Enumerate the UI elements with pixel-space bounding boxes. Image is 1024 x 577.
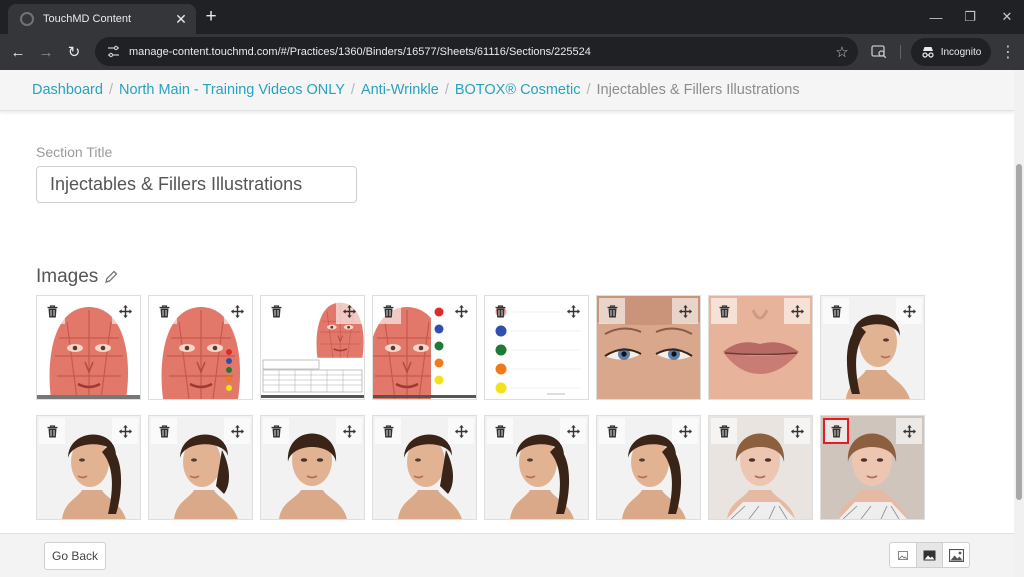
browser-menu-icon[interactable]: ⋮ — [997, 41, 1019, 63]
reload-icon[interactable]: ↻ — [61, 39, 87, 65]
delete-trash-icon[interactable] — [711, 418, 737, 444]
delete-trash-icon[interactable] — [263, 298, 289, 324]
breadcrumb-binder[interactable]: Anti-Wrinkle — [361, 82, 439, 98]
tab-close-icon[interactable]: ✕ — [170, 8, 192, 30]
delete-trash-icon[interactable] — [375, 298, 401, 324]
breadcrumb-practice[interactable]: North Main - Training Videos ONLY — [119, 82, 345, 98]
image-tile[interactable] — [596, 295, 701, 400]
image-size-toggle — [889, 542, 970, 568]
medium-size-icon[interactable] — [916, 543, 944, 567]
image-tile[interactable] — [372, 295, 477, 400]
move-drag-icon[interactable] — [448, 298, 474, 324]
page-scrollbar[interactable] — [1014, 70, 1024, 577]
image-tile[interactable] — [148, 415, 253, 520]
move-drag-icon[interactable] — [336, 298, 362, 324]
delete-trash-icon[interactable] — [39, 298, 65, 324]
move-drag-icon[interactable] — [896, 298, 922, 324]
breadcrumb-current: Injectables & Fillers Illustrations — [596, 82, 800, 98]
breadcrumb-sheet[interactable]: BOTOX® Cosmetic — [455, 82, 581, 98]
move-drag-icon[interactable] — [336, 418, 362, 444]
delete-trash-icon[interactable] — [599, 298, 625, 324]
breadcrumb-separator: / — [350, 82, 355, 98]
image-tile[interactable] — [484, 295, 589, 400]
image-tile[interactable] — [708, 295, 813, 400]
small-size-icon[interactable] — [890, 543, 917, 567]
large-size-icon[interactable] — [943, 543, 969, 567]
image-tile[interactable] — [820, 415, 925, 520]
incognito-indicator[interactable]: Incognito — [911, 38, 991, 66]
delete-trash-icon[interactable] — [39, 418, 65, 444]
image-tile[interactable] — [372, 415, 477, 520]
move-drag-icon[interactable] — [112, 418, 138, 444]
breadcrumb: Dashboard / North Main - Training Videos… — [0, 70, 1014, 111]
site-info-icon[interactable] — [105, 44, 121, 60]
image-tile[interactable] — [260, 295, 365, 400]
image-tile[interactable] — [36, 415, 141, 520]
bookmark-star-icon[interactable]: ☆ — [832, 42, 852, 62]
footer-bar: Go Back — [0, 533, 1014, 577]
section-title-label: Section Title — [36, 144, 113, 160]
delete-trash-icon[interactable] — [823, 418, 849, 444]
url-text: manage-content.touchmd.com/#/Practices/1… — [129, 45, 591, 58]
move-drag-icon[interactable] — [112, 298, 138, 324]
breadcrumb-separator: / — [108, 82, 113, 98]
image-tile[interactable] — [596, 415, 701, 520]
new-tab-button[interactable]: + — [200, 6, 222, 28]
browser-tab[interactable]: TouchMD Content ✕ — [8, 4, 196, 34]
back-icon[interactable]: ← — [5, 39, 31, 65]
browser-toolbar: ← → ↻ manage-content.touchmd.com/#/Pract… — [0, 34, 1024, 70]
incognito-icon — [922, 47, 934, 58]
browser-tab-bar: TouchMD Content ✕ + — ❐ ✕ — [0, 0, 1024, 34]
delete-trash-icon[interactable] — [263, 418, 289, 444]
page-content: Dashboard / North Main - Training Videos… — [0, 70, 1014, 577]
search-tabs-icon[interactable] — [868, 41, 890, 63]
address-bar[interactable]: manage-content.touchmd.com/#/Practices/1… — [95, 37, 858, 66]
delete-trash-icon[interactable] — [375, 418, 401, 444]
breadcrumb-separator: / — [444, 82, 449, 98]
incognito-label: Incognito — [940, 46, 982, 58]
restore-icon[interactable]: ❐ — [959, 6, 981, 28]
delete-trash-icon[interactable] — [823, 298, 849, 324]
delete-trash-icon[interactable] — [151, 298, 177, 324]
delete-trash-icon[interactable] — [599, 418, 625, 444]
breadcrumb-separator: / — [586, 82, 591, 98]
move-drag-icon[interactable] — [560, 298, 586, 324]
forward-icon[interactable]: → — [33, 39, 59, 65]
image-tile[interactable] — [820, 295, 925, 400]
move-drag-icon[interactable] — [784, 298, 810, 324]
edit-pencil-icon[interactable] — [103, 269, 119, 285]
move-drag-icon[interactable] — [672, 418, 698, 444]
scrollbar-thumb[interactable] — [1016, 164, 1022, 500]
move-drag-icon[interactable] — [448, 418, 474, 444]
move-drag-icon[interactable] — [896, 418, 922, 444]
move-drag-icon[interactable] — [224, 418, 250, 444]
images-heading-text: Images — [36, 266, 99, 287]
images-heading: Images — [36, 266, 119, 288]
tab-title: TouchMD Content — [43, 13, 132, 25]
minimize-icon[interactable]: — — [925, 6, 947, 28]
delete-trash-icon[interactable] — [487, 298, 513, 324]
move-drag-icon[interactable] — [672, 298, 698, 324]
delete-trash-icon[interactable] — [487, 418, 513, 444]
tab-favicon-icon — [20, 12, 34, 26]
go-back-button[interactable]: Go Back — [44, 542, 106, 570]
image-tile[interactable] — [708, 415, 813, 520]
image-tile[interactable] — [260, 415, 365, 520]
breadcrumb-dashboard[interactable]: Dashboard — [32, 82, 103, 98]
delete-trash-icon[interactable] — [151, 418, 177, 444]
section-title-input[interactable] — [36, 166, 357, 203]
delete-trash-icon[interactable] — [711, 298, 737, 324]
window-close-icon[interactable]: ✕ — [996, 6, 1018, 28]
move-drag-icon[interactable] — [224, 298, 250, 324]
image-tile[interactable] — [148, 295, 253, 400]
image-tile[interactable] — [36, 295, 141, 400]
move-drag-icon[interactable] — [560, 418, 586, 444]
move-drag-icon[interactable] — [784, 418, 810, 444]
toolbar-separator — [900, 45, 901, 59]
image-tile[interactable] — [484, 415, 589, 520]
